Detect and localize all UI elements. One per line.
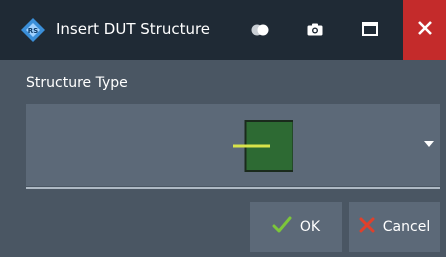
- cancel-button[interactable]: Cancel: [349, 202, 440, 252]
- dropdown-underline: [26, 187, 440, 189]
- cancel-label: Cancel: [382, 219, 431, 235]
- ok-button[interactable]: OK: [250, 202, 342, 252]
- maximize-button[interactable]: [354, 14, 386, 46]
- rohde-schwarz-diamond-icon: RS: [20, 17, 46, 43]
- title-bar: RS Insert DUT Structure: [0, 0, 446, 60]
- toggle-icon: [250, 21, 270, 40]
- window-title: Insert DUT Structure: [56, 20, 211, 38]
- chevron-down-icon: [424, 141, 434, 147]
- checkmark-icon: [272, 216, 292, 238]
- toggle-button[interactable]: [244, 14, 276, 46]
- cancel-x-icon: [359, 217, 375, 237]
- structure-type-dropdown[interactable]: [26, 104, 440, 186]
- close-icon: [417, 20, 433, 40]
- close-button[interactable]: [403, 0, 446, 60]
- screenshot-button[interactable]: [299, 14, 331, 46]
- maximize-icon: [362, 21, 378, 40]
- camera-icon: [307, 21, 323, 40]
- dut-structure-preview-icon: [233, 120, 295, 172]
- ok-label: OK: [299, 219, 321, 235]
- structure-type-label: Structure Type: [26, 75, 128, 91]
- svg-text:RS: RS: [28, 27, 38, 35]
